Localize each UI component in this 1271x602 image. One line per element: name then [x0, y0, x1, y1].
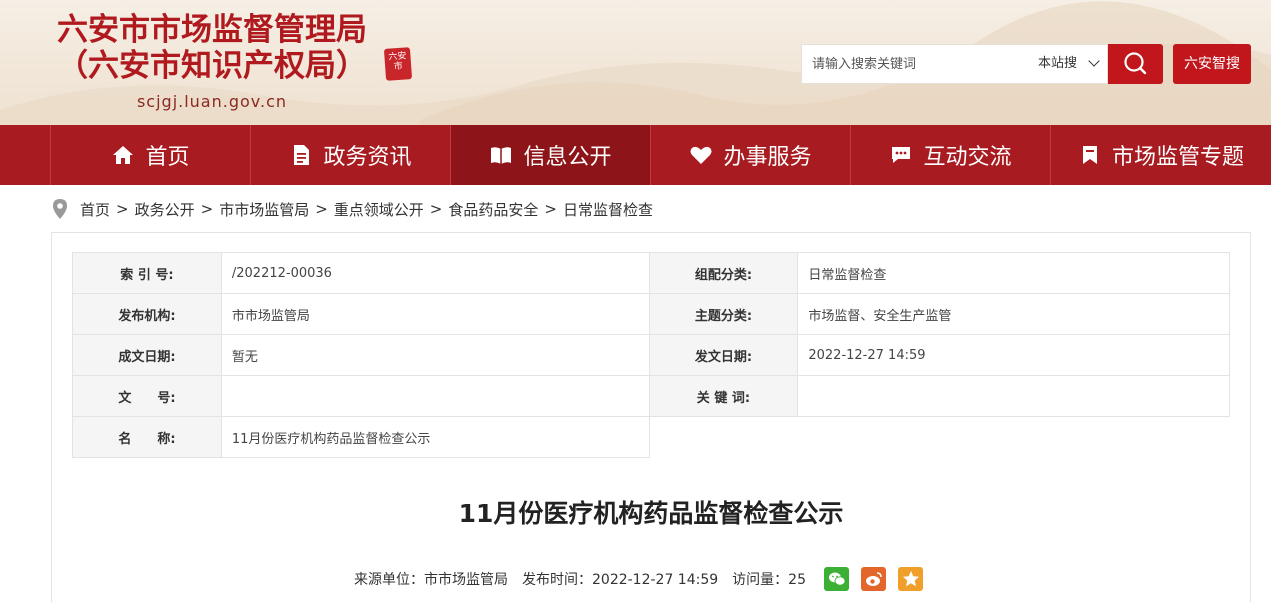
site-subtitle: （六安市知识产权局）: [57, 48, 367, 84]
breadcrumb-separator: >: [315, 200, 328, 218]
keywords-value: [797, 375, 1230, 417]
share-wechat-button[interactable]: [824, 567, 849, 591]
breadcrumb-separator: >: [429, 200, 443, 218]
article-visits: 访问量：25: [732, 572, 806, 588]
issued-date-label: 发文日期:: [648, 334, 799, 376]
wechat-icon: [828, 572, 845, 586]
nav-label: 政务资讯: [323, 145, 412, 170]
book-icon: [491, 147, 512, 164]
doc-number-value: [220, 375, 650, 417]
star-icon: [902, 571, 919, 587]
breadcrumb-key-areas[interactable]: 重点领域公开: [334, 199, 424, 220]
nav-item-home[interactable]: 首页: [50, 125, 250, 185]
name-value: 11月份医疗机构药品监督检查公示: [220, 416, 650, 458]
share-weibo-button[interactable]: [861, 567, 886, 591]
breadcrumb-food-drug[interactable]: 食品药品安全: [448, 199, 538, 220]
created-date-label: 成文日期:: [72, 334, 222, 376]
nav-label: 办事服务: [723, 145, 812, 170]
breadcrumb-current[interactable]: 日常监督检查: [563, 199, 653, 220]
nav-label: 信息公开: [523, 145, 612, 170]
article-source: 来源单位：市市场监管局: [354, 572, 508, 588]
main-nav: 首页 政务资讯 信息公开 办事服务 互动交流 市场监管专题: [0, 125, 1271, 185]
article-meta: 来源单位：市市场监管局 发布时间：2022-12-27 14:59 访问量：25: [354, 566, 923, 592]
search-icon: [1124, 52, 1147, 75]
nav-label: 首页: [145, 145, 190, 170]
publisher-label: 发布机构:: [72, 293, 222, 335]
share-favorite-button[interactable]: [898, 567, 923, 591]
article-time: 发布时间：2022-12-27 14:59: [522, 572, 719, 588]
search-scope-select[interactable]: 本站搜: [1038, 45, 1077, 83]
topic-label: 主题分类:: [648, 293, 799, 335]
metadata-table: 索 引 号: /202212-00036 组配分类: 日常监督检查 发布机构: …: [72, 252, 1230, 458]
issued-date-value: 2022-12-27 14:59: [797, 334, 1230, 376]
site-title: 六安市市场监督管理局: [57, 12, 367, 48]
breadcrumb-separator: >: [200, 200, 214, 218]
nav-item-news[interactable]: 政务资讯: [250, 125, 450, 185]
chevron-down-icon: [1088, 55, 1100, 67]
keywords-label: 关 键 词:: [648, 375, 799, 417]
publisher-value: 市市场监管局: [220, 293, 650, 335]
table-row: 发布机构: 市市场监管局 主题分类: 市场监督、安全生产监管: [72, 293, 1230, 335]
chat-icon: [892, 147, 911, 163]
nav-label: 市场监管专题: [1111, 145, 1244, 170]
table-row: 成文日期: 暂无 发文日期: 2022-12-27 14:59: [72, 334, 1230, 376]
bookmark-icon: [1082, 146, 1097, 164]
created-date-value: 暂无: [220, 334, 650, 376]
breadcrumb-bureau[interactable]: 市市场监管局: [219, 199, 309, 220]
breadcrumb-gov-public[interactable]: 政务公开: [135, 199, 195, 220]
breadcrumb: 首页 > 政务公开 > 市市场监管局 > 重点领域公开 > 食品药品安全 > 日常监督检查: [52, 198, 653, 220]
seal-icon: 六安市: [383, 47, 413, 81]
home-icon: [113, 146, 134, 164]
category-value: 日常监督检查: [797, 252, 1230, 294]
topic-value: 市场监督、安全生产监管: [797, 293, 1230, 335]
breadcrumb-separator: >: [544, 200, 557, 218]
breadcrumb-separator: >: [116, 200, 129, 218]
nav-item-interaction[interactable]: 互动交流: [850, 125, 1050, 185]
location-pin-icon: [53, 199, 67, 219]
table-row: 名 称: 11月份医疗机构药品监督检查公示: [72, 416, 1230, 458]
nav-label: 互动交流: [923, 145, 1012, 170]
empty-cell: [649, 417, 1230, 458]
heart-icon: [690, 146, 712, 164]
table-row: 索 引 号: /202212-00036 组配分类: 日常监督检查: [72, 252, 1230, 294]
name-label: 名 称:: [72, 416, 222, 458]
search-input[interactable]: [802, 45, 1022, 83]
search-button[interactable]: [1108, 44, 1163, 84]
search-box: 本站搜: [801, 44, 1108, 84]
nav-item-topics[interactable]: 市场监管专题: [1050, 125, 1271, 185]
index-value: /202212-00036: [220, 252, 650, 294]
site-domain: scjgj.luan.gov.cn: [136, 92, 288, 111]
document-icon: [294, 145, 310, 165]
category-label: 组配分类:: [648, 252, 799, 294]
table-row: 文 号: 关 键 词:: [72, 375, 1230, 417]
article-title: 11月份医疗机构药品监督检查公示: [458, 499, 844, 528]
site-logo[interactable]: 六安市市场监督管理局 （六安市知识产权局） scjgj.luan.gov.cn: [52, 12, 372, 111]
weibo-icon: [865, 572, 882, 586]
breadcrumb-home[interactable]: 首页: [80, 199, 110, 220]
nav-item-services[interactable]: 办事服务: [650, 125, 850, 185]
zhisou-button[interactable]: 六安智搜: [1173, 44, 1251, 84]
index-label: 索 引 号:: [72, 252, 222, 294]
nav-item-info-public[interactable]: 信息公开: [450, 125, 650, 185]
doc-number-label: 文 号:: [72, 375, 222, 417]
